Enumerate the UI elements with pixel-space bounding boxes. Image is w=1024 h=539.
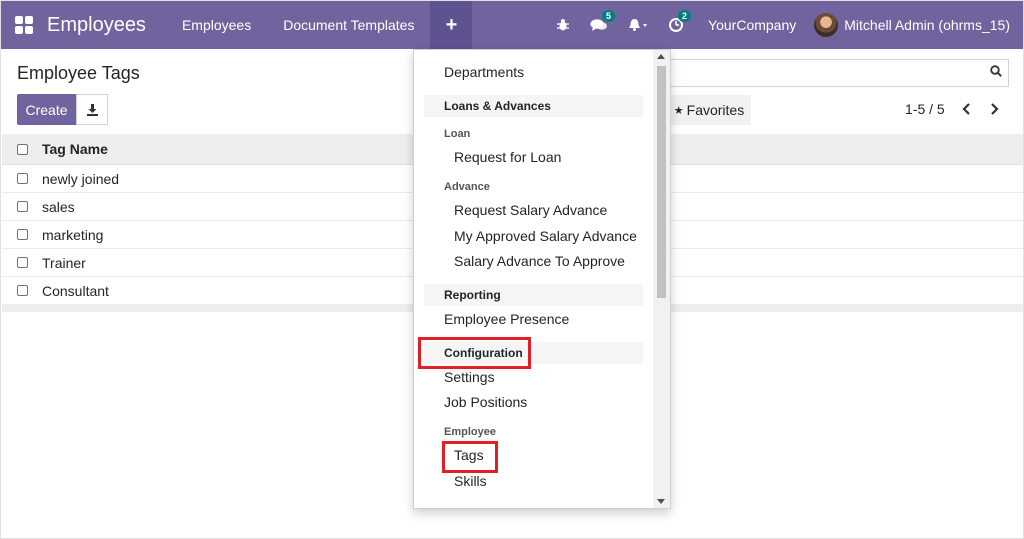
page-title: Employee Tags [17,63,140,83]
menu-skills[interactable]: Skills [454,473,487,489]
menu-request-salary-advance[interactable]: Request Salary Advance [454,202,607,218]
avatar [814,13,839,37]
top-navbar: Employees Employees Document Templates +… [1,1,1023,49]
scroll-up-arrow-icon[interactable] [657,54,665,59]
search-input[interactable] [669,59,1009,87]
menu-request-for-loan[interactable]: Request for Loan [454,149,561,165]
favorites-button[interactable]: ★ Favorites [667,95,751,125]
row-checkbox[interactable] [17,285,28,296]
row-checkbox[interactable] [17,173,28,184]
plus-menu-button[interactable]: + [430,1,473,49]
company-switcher[interactable]: YourCompany [694,17,814,33]
menu-salary-advance-to-approve[interactable]: Salary Advance To Approve [454,253,625,269]
dropdown-scrollbar[interactable] [653,50,670,508]
pager-previous-button[interactable] [959,99,975,119]
tag-name-cell: marketing [42,226,104,243]
user-name: Mitchell Admin (ohrms_15) [844,17,1010,33]
column-header-tag-name[interactable]: Tag Name [42,141,108,157]
apps-menu-icon[interactable] [15,16,33,34]
scroll-down-arrow-icon[interactable] [657,499,665,504]
user-menu[interactable]: Mitchell Admin (ohrms_15) [814,13,1023,37]
menu-job-positions[interactable]: Job Positions [444,394,527,410]
search-icon[interactable] [990,65,1002,77]
menu-departments[interactable]: Departments [444,64,524,80]
tag-name-cell: Trainer [42,254,86,271]
row-checkbox[interactable] [17,257,28,268]
highlight-configuration [418,337,531,369]
menu-document-templates[interactable]: Document Templates [267,1,430,49]
pager-next-button[interactable] [986,99,1002,119]
activity-icon[interactable]: 2 [658,1,694,49]
row-checkbox[interactable] [17,201,28,212]
tag-name-cell: sales [42,198,75,215]
section-loans-advances: Loans & Advances [424,95,643,117]
activity-count-badge: 2 [678,10,692,22]
create-button[interactable]: Create [17,94,76,125]
download-button[interactable] [76,94,108,125]
bug-icon[interactable] [546,1,580,49]
chevron-right-icon [991,103,999,115]
section-reporting: Reporting [424,284,643,306]
app-title[interactable]: Employees [47,14,146,37]
chat-icon[interactable]: 5 [580,1,618,49]
subsection-loan: Loan [444,128,471,140]
menu-employee-presence[interactable]: Employee Presence [444,311,569,327]
tag-name-cell: newly joined [42,170,120,187]
pager-value[interactable]: 1-5 / 5 [905,101,945,117]
menu-employees[interactable]: Employees [166,1,267,49]
bell-icon[interactable] [618,1,658,49]
systray: 5 2 YourCompany Mitchell Admin (ohrms_15… [546,1,1023,49]
menu-my-approved-salary-advance[interactable]: My Approved Salary Advance [454,228,637,244]
menu-settings[interactable]: Settings [444,369,495,385]
row-checkbox[interactable] [17,229,28,240]
subsection-employee: Employee [444,426,496,438]
page: Employees Employees Document Templates +… [0,0,1024,539]
star-icon: ★ [673,104,684,117]
scrollbar-thumb[interactable] [657,66,666,298]
favorites-label: Favorites [686,102,745,118]
chat-count-badge: 5 [602,10,616,22]
chevron-left-icon [962,103,970,115]
download-icon [86,104,98,116]
select-all-checkbox[interactable] [17,143,28,155]
configuration-dropdown: Departments Loans & Advances Loan Reques… [413,49,671,509]
tag-name-cell: Consultant [42,282,109,299]
highlight-tags [442,441,498,473]
subsection-advance: Advance [444,181,490,193]
